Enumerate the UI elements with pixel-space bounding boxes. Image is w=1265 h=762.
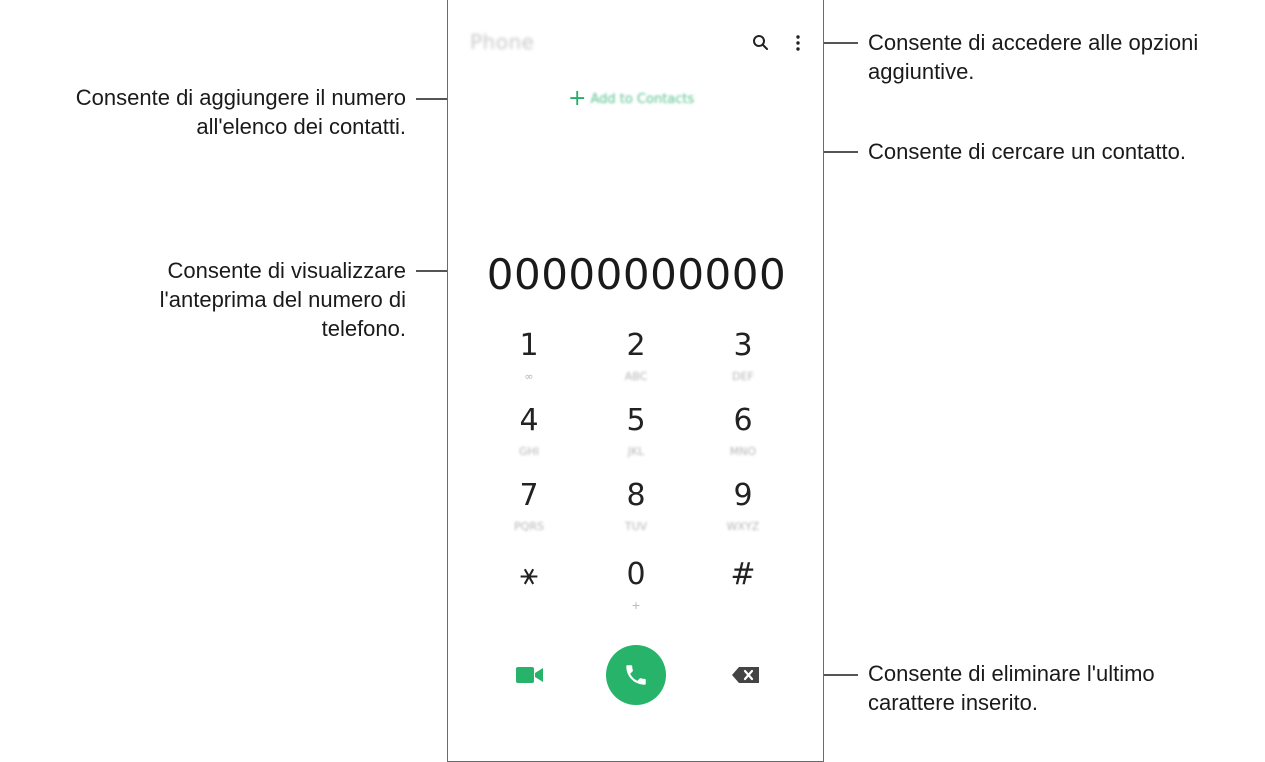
dial-key-9[interactable]: 9 WXYZ [698,478,788,540]
dial-key-digit: 0 [626,557,646,592]
annotation-more-options: Consente di accedere alle opzioni aggiun… [868,30,1199,84]
dial-key-6[interactable]: 6 MNO [698,403,788,465]
dial-key-digit: 1 [519,328,539,363]
dial-key-0[interactable]: 0 + [591,557,681,619]
dial-key-letters: TUV [624,520,648,533]
search-button[interactable] [751,33,771,53]
call-button[interactable] [606,645,666,705]
dial-key-digit: 9 [733,478,753,513]
dial-key-letters [698,599,788,613]
dial-key-digit: 5 [626,403,646,438]
dial-key-letters: DEF [732,370,754,383]
backspace-icon [732,667,759,683]
dial-key-7[interactable]: 7 PQRS [484,478,574,540]
dial-key-letters: PQRS [514,520,544,533]
annotation-number-preview: Consente di visualizzare l'anteprima del… [159,258,406,341]
dial-key-letters [484,599,574,613]
number-preview: 00000000000 [486,250,787,299]
dial-key-2[interactable]: 2 ABC [591,328,681,390]
dial-key-star[interactable]: ⚹ [484,557,574,619]
dial-key-digit: 6 [733,403,753,438]
add-to-contacts-label: Add to Contacts [590,91,695,107]
annotation-search: Consente di cercare un contatto. [868,139,1186,164]
dial-key-letters: WXYZ [726,520,760,533]
dial-key-hash[interactable]: # [698,557,788,619]
dial-key-letters: JKL [627,445,645,458]
dial-key-digit: # [730,557,756,592]
dial-key-letters: ∞ [524,370,534,383]
annotation-add-contact: Consente di aggiungere il numero all'ele… [75,85,406,139]
annotation-delete: Consente di eliminare l'ultimo carattere… [868,661,1155,715]
video-call-icon [516,667,543,683]
dial-key-8[interactable]: 8 TUV [591,478,681,540]
delete-button[interactable] [731,666,761,684]
search-icon [753,35,768,50]
dial-key-digit: 4 [519,403,539,438]
more-options-button[interactable] [793,33,803,53]
add-to-contacts-button[interactable]: + Add to Contacts [568,88,694,110]
phone-dialer-screen: Phone + Add to Contacts 00000000000 1 ∞ 2 A… [447,0,824,762]
dial-key-digit: 2 [626,328,646,363]
dial-key-3[interactable]: 3 DEF [698,328,788,390]
video-call-button[interactable] [516,665,544,685]
dial-key-digit: 3 [733,328,753,363]
dial-key-letters: GHI [518,445,540,458]
app-title: Phone [470,30,535,54]
phone-call-icon [626,665,646,685]
dial-key-digit: ⚹ [520,557,538,592]
dial-key-letters: ABC [624,370,648,383]
dial-key-digit: 7 [519,478,539,513]
dial-key-digit: 8 [626,478,646,513]
dial-key-5[interactable]: 5 JKL [591,403,681,465]
dial-key-4[interactable]: 4 GHI [484,403,574,465]
dial-key-letters: + [631,599,641,612]
more-options-icon [796,35,800,51]
plus-icon: + [568,86,587,111]
dial-key-1[interactable]: 1 ∞ [484,328,574,390]
dial-key-letters: MNO [729,445,757,458]
